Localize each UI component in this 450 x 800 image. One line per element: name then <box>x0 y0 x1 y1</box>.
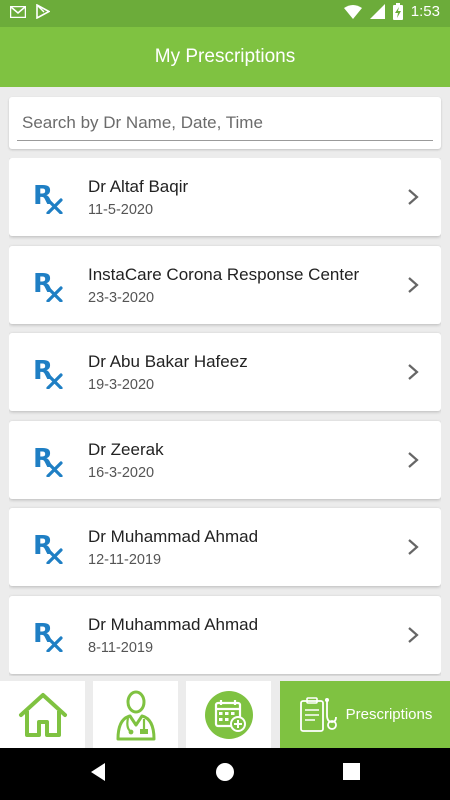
calendar-icon <box>204 690 253 739</box>
status-time: 1:53 <box>410 3 440 20</box>
prescription-date: 8-11-2019 <box>88 639 154 656</box>
chevron-right-icon <box>408 189 419 205</box>
chevron-right-icon <box>408 626 419 643</box>
doctor-name: Dr Altaf Baqir <box>88 177 189 196</box>
nav-prescriptions-label: Prescriptions <box>345 706 433 723</box>
rx-icon: R <box>33 619 63 652</box>
gmail-icon <box>10 5 26 18</box>
cellular-icon <box>369 4 385 19</box>
prescription-date: 19-3-2020 <box>88 377 155 393</box>
play-store-icon <box>36 4 50 19</box>
recents-icon[interactable] <box>343 763 360 780</box>
back-icon[interactable] <box>89 762 107 782</box>
rx-icon: R <box>33 444 63 477</box>
doctor-name: Dr Muhammad Ahmad <box>88 527 259 546</box>
prescription-item[interactable]: R Dr Abu Bakar Hafeez 19-3-2020 <box>9 333 441 411</box>
prescription-icon <box>299 696 337 732</box>
prescription-list: R Dr Altaf Baqir 11-5-2020 R InstaCare C… <box>9 158 441 676</box>
svg-text:R: R <box>33 444 53 474</box>
doctor-name: Dr Zeerak <box>88 439 164 459</box>
doctor-name: InstaCare Corona Response Center <box>88 264 360 284</box>
chevron-right-icon <box>408 364 419 380</box>
rx-icon: R <box>33 181 63 214</box>
svg-text:R: R <box>33 619 53 649</box>
prescription-item[interactable]: R Dr Zeerak 16-3-2020 <box>9 420 441 499</box>
prescription-item[interactable]: R Dr Muhammad Ahmad 8-11-2019 <box>9 595 441 674</box>
home-icon <box>18 692 67 737</box>
prescription-date: 23-3-2020 <box>88 289 155 306</box>
chevron-right-icon <box>408 539 419 555</box>
system-nav-bar <box>0 748 450 800</box>
prescription-date: 12-11-2019 <box>88 552 162 568</box>
svg-text:R: R <box>33 531 53 561</box>
prescription-item[interactable]: R Dr Altaf Baqir 11-5-2020 <box>9 158 441 236</box>
nav-doctors[interactable] <box>93 681 178 748</box>
bottom-nav: Prescriptions <box>0 681 450 748</box>
doctor-name: Dr Muhammad Ahmad <box>88 614 259 634</box>
app-bar: My Prescriptions <box>0 27 450 87</box>
svg-text:R: R <box>33 356 53 386</box>
rx-icon: R <box>33 356 63 389</box>
nav-appointments[interactable] <box>186 681 271 748</box>
page-title: My Prescriptions <box>154 46 296 67</box>
search-input[interactable] <box>17 105 433 141</box>
status-bar: 1:53 <box>0 0 450 27</box>
prescription-item[interactable]: R InstaCare Corona Response Center 23-3-… <box>9 245 441 324</box>
rx-icon: R <box>33 531 63 564</box>
doctor-name: Dr Abu Bakar Hafeez <box>88 352 248 371</box>
wifi-icon <box>343 4 362 19</box>
prescription-date: 11-5-2020 <box>88 202 154 218</box>
search-container <box>9 97 441 149</box>
rx-icon: R <box>33 269 63 302</box>
prescription-item[interactable]: R Dr Muhammad Ahmad 12-11-2019 <box>9 508 441 586</box>
doctor-icon <box>116 690 155 740</box>
svg-text:R: R <box>33 181 53 211</box>
prescription-date: 16-3-2020 <box>88 464 155 481</box>
nav-prescriptions[interactable]: Prescriptions <box>280 681 450 748</box>
svg-text:R: R <box>33 269 53 299</box>
chevron-right-icon <box>408 276 419 293</box>
battery-charging-icon <box>392 3 403 20</box>
chevron-right-icon <box>408 451 419 468</box>
nav-home[interactable] <box>0 681 85 748</box>
home-button-icon[interactable] <box>215 762 235 782</box>
